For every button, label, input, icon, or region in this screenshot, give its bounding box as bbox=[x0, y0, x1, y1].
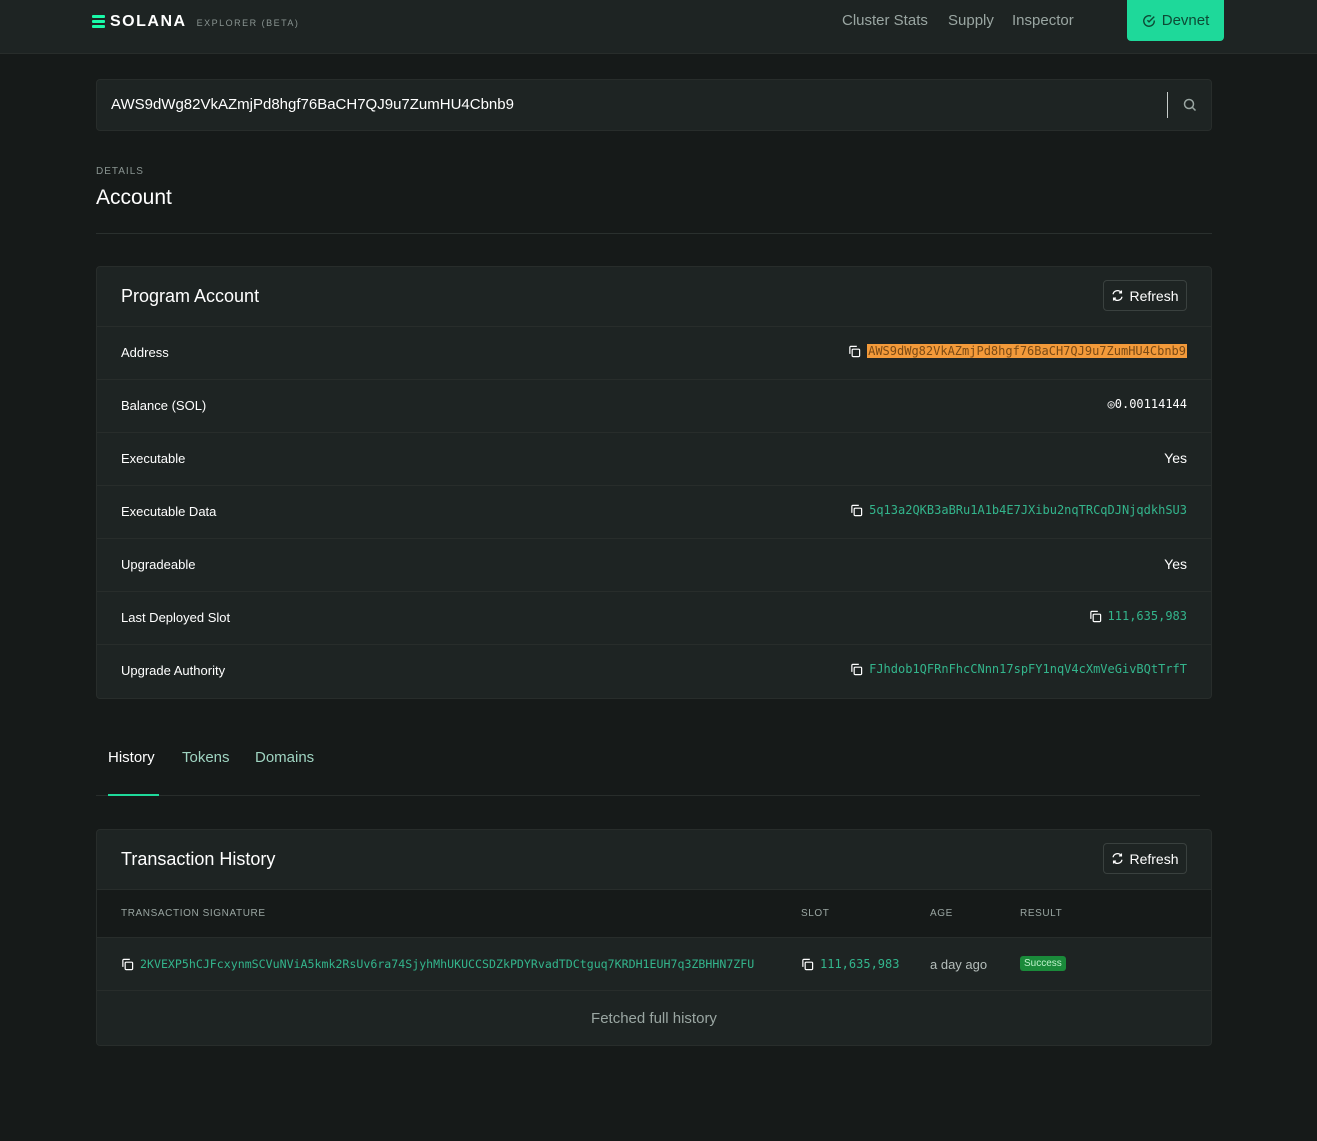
refresh-icon bbox=[1112, 853, 1124, 864]
slot-link[interactable]: 111,635,983 bbox=[820, 957, 899, 971]
program-account-card: Program Account Refresh Address AWS9dWg8… bbox=[96, 266, 1212, 699]
search-divider bbox=[1167, 92, 1168, 118]
check-circle-icon bbox=[1142, 14, 1155, 27]
nav-link-inspector[interactable]: Inspector bbox=[1012, 12, 1074, 29]
last-deployed-slot-row: Last Deployed Slot 111,635,983 bbox=[97, 592, 1211, 645]
address-row: Address AWS9dWg82VkAZmjPd8hgf76BaCH7QJ9u… bbox=[97, 327, 1211, 380]
executable-data-value: 5q13a2QKB3aBRu1A1b4E7JXibu2nqTRCqDJNjqdk… bbox=[850, 503, 1187, 517]
executable-value-wrap: Yes bbox=[1164, 450, 1187, 466]
column-header-age: AGE bbox=[930, 908, 953, 919]
upgrade-authority-link[interactable]: FJhdob1QFRnFhcCNnn17spFY1nqV4cXmVeGivBQt… bbox=[869, 662, 1187, 676]
executable-row: Executable Yes bbox=[97, 433, 1211, 486]
upgradeable-row: Upgradeable Yes bbox=[97, 539, 1211, 592]
balance-value-wrap: ◎0.00114144 bbox=[1108, 397, 1187, 411]
slot-cell: 111,635,983 bbox=[801, 957, 899, 971]
refresh-button[interactable]: Refresh bbox=[1103, 280, 1187, 311]
balance-label: Balance (SOL) bbox=[121, 398, 207, 413]
balance-value: ◎0.00114144 bbox=[1107, 397, 1187, 411]
column-header-result: RESULT bbox=[1020, 908, 1063, 919]
tab-tokens[interactable]: Tokens bbox=[182, 749, 230, 766]
table-row: 2KVEXP5hCJFcxynmSCVuNViA5kmk2RsUv6ra74Sj… bbox=[97, 938, 1211, 991]
copy-icon[interactable] bbox=[1089, 610, 1102, 623]
card-title: Program Account bbox=[121, 286, 260, 306]
card-header: Transaction History Refresh bbox=[97, 830, 1211, 890]
solana-logo[interactable]: SOLANA EXPLORER (BETA) bbox=[92, 13, 299, 31]
solana-logo-icon bbox=[92, 15, 105, 29]
history-footer: Fetched full history bbox=[591, 1009, 717, 1027]
balance-row: Balance (SOL) ◎0.00114144 bbox=[97, 380, 1211, 433]
copy-icon[interactable] bbox=[848, 345, 861, 358]
upgradeable-value: Yes bbox=[1164, 556, 1187, 572]
table-header: TRANSACTION SIGNATURE SLOT AGE RESULT bbox=[97, 890, 1211, 938]
nav-link-supply[interactable]: Supply bbox=[948, 12, 994, 29]
tab-domains[interactable]: Domains bbox=[255, 749, 314, 766]
search-input[interactable]: AWS9dWg82VkAZmjPd8hgf76BaCH7QJ9u7ZumHU4C… bbox=[111, 96, 514, 113]
refresh-label: Refresh bbox=[1129, 287, 1179, 304]
search-bar[interactable]: AWS9dWg82VkAZmjPd8hgf76BaCH7QJ9u7ZumHU4C… bbox=[96, 79, 1212, 131]
brand-subtitle: EXPLORER (BETA) bbox=[196, 18, 300, 28]
status-badge: Success bbox=[1020, 956, 1066, 971]
copy-icon[interactable] bbox=[850, 663, 863, 676]
executable-value: Yes bbox=[1164, 450, 1187, 466]
copy-icon[interactable] bbox=[850, 504, 863, 517]
brand-name: SOLANA bbox=[110, 13, 187, 30]
card-title: Transaction History bbox=[121, 849, 276, 869]
last-deployed-slot-label: Last Deployed Slot bbox=[121, 610, 231, 625]
address-value: AWS9dWg82VkAZmjPd8hgf76BaCH7QJ9u7ZumHU4C… bbox=[848, 344, 1187, 358]
executable-data-label: Executable Data bbox=[121, 504, 217, 519]
refresh-icon bbox=[1112, 290, 1124, 301]
executable-label: Executable bbox=[121, 451, 186, 466]
cluster-label: Devnet bbox=[1161, 12, 1210, 29]
refresh-button[interactable]: Refresh bbox=[1103, 843, 1187, 874]
nav-link-cluster-stats[interactable]: Cluster Stats bbox=[842, 12, 928, 29]
upgrade-authority-row: Upgrade Authority FJhdob1QFRnFhcCNnn17sp… bbox=[97, 645, 1211, 698]
signature-link[interactable]: 2KVEXP5hCJFcxynmSCVuNViA5kmk2RsUv6ra74Sj… bbox=[140, 957, 754, 971]
page-title: Account bbox=[96, 186, 172, 209]
navbar: SOLANA EXPLORER (BETA) Cluster Stats Sup… bbox=[0, 0, 1317, 54]
copy-icon[interactable] bbox=[121, 958, 134, 971]
refresh-label: Refresh bbox=[1129, 850, 1179, 867]
column-header-slot: SLOT bbox=[801, 908, 830, 919]
slot-link[interactable]: 111,635,983 bbox=[1108, 609, 1187, 623]
header-divider bbox=[96, 233, 1212, 234]
copy-icon[interactable] bbox=[801, 958, 814, 971]
page-pretitle: DETAILS bbox=[96, 166, 144, 177]
signature-cell: 2KVEXP5hCJFcxynmSCVuNViA5kmk2RsUv6ra74Sj… bbox=[121, 957, 754, 971]
address-text[interactable]: AWS9dWg82VkAZmjPd8hgf76BaCH7QJ9u7ZumHU4C… bbox=[867, 344, 1187, 358]
transaction-history-card: Transaction History Refresh TRANSACTION … bbox=[96, 829, 1212, 1046]
column-header-signature: TRANSACTION SIGNATURE bbox=[121, 908, 266, 919]
address-label: Address bbox=[121, 345, 169, 360]
search-icon[interactable] bbox=[1182, 97, 1198, 113]
executable-data-row: Executable Data 5q13a2QKB3aBRu1A1b4E7JXi… bbox=[97, 486, 1211, 539]
last-deployed-slot-value: 111,635,983 bbox=[1089, 609, 1187, 623]
upgradeable-value-wrap: Yes bbox=[1164, 556, 1187, 572]
card-header: Program Account Refresh bbox=[97, 267, 1211, 327]
cluster-devnet-button[interactable]: Devnet bbox=[1127, 0, 1224, 41]
upgrade-authority-value: FJhdob1QFRnFhcCNnn17spFY1nqV4cXmVeGivBQt… bbox=[850, 662, 1187, 676]
upgrade-authority-label: Upgrade Authority bbox=[121, 663, 226, 678]
age-cell: a day ago bbox=[930, 957, 988, 972]
account-tabs: History Tokens Domains bbox=[96, 740, 1200, 796]
upgradeable-label: Upgradeable bbox=[121, 557, 196, 572]
executable-data-link[interactable]: 5q13a2QKB3aBRu1A1b4E7JXibu2nqTRCqDJNjqdk… bbox=[869, 503, 1187, 517]
tab-history[interactable]: History bbox=[108, 749, 155, 766]
active-tab-indicator bbox=[108, 794, 159, 796]
